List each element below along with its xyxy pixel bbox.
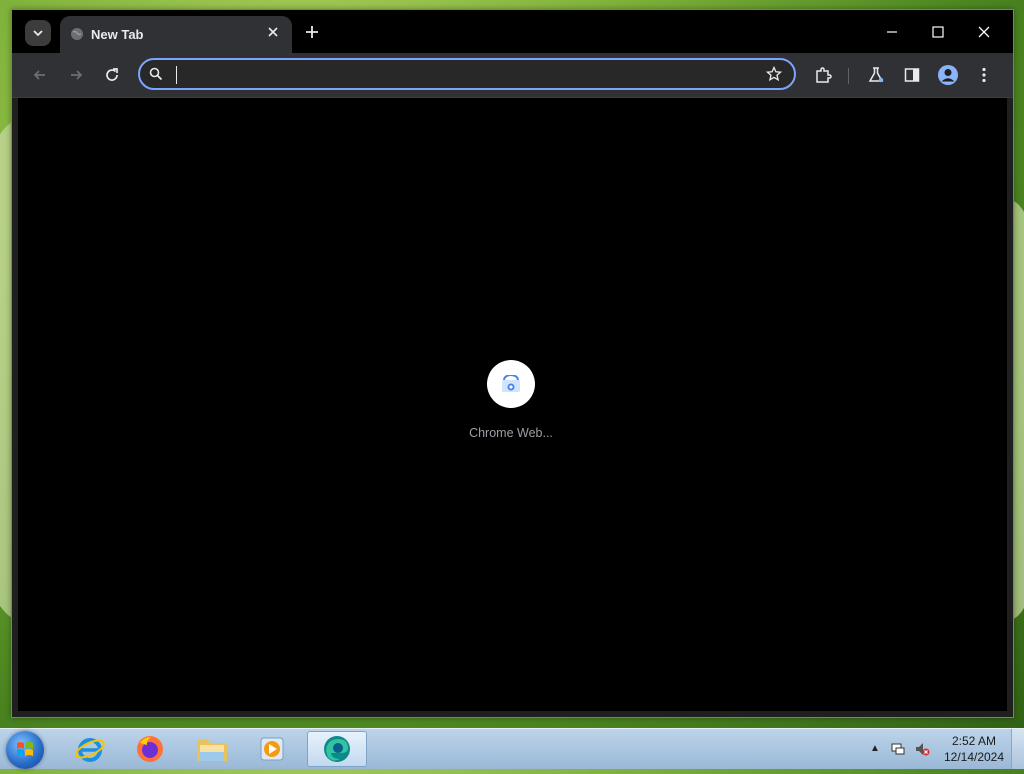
- volume-muted-icon[interactable]: [914, 741, 930, 757]
- browser-toolbar: [12, 53, 1013, 98]
- taskbar-firefox[interactable]: [122, 731, 178, 767]
- folder-icon: [197, 740, 227, 761]
- taskbar-media-player[interactable]: [244, 731, 300, 767]
- clock-date: 12/14/2024: [943, 750, 1005, 764]
- globe-icon: [71, 28, 83, 40]
- avatar-icon: [938, 65, 958, 85]
- taskbar-file-explorer[interactable]: [184, 731, 240, 767]
- chevron-down-icon: [33, 30, 43, 37]
- extensions-button[interactable]: [811, 63, 835, 87]
- close-icon: [268, 27, 278, 37]
- chrome-web-store-icon: [502, 375, 520, 392]
- reload-button[interactable]: [100, 63, 124, 87]
- edge-icon: [324, 736, 350, 762]
- search-icon: [149, 67, 163, 81]
- arrow-right-icon: [71, 70, 83, 80]
- close-icon: [978, 26, 990, 38]
- forward-button[interactable]: [64, 63, 88, 87]
- start-button[interactable]: [6, 731, 44, 769]
- menu-button[interactable]: [972, 63, 996, 87]
- minimize-button[interactable]: [877, 18, 907, 46]
- windows-logo-icon: [17, 742, 33, 756]
- firefox-icon: [137, 736, 163, 762]
- tab-new-tab[interactable]: New Tab: [60, 16, 292, 53]
- more-vertical-icon: [982, 67, 986, 83]
- back-button[interactable]: [28, 63, 52, 87]
- title-bar: New Tab: [12, 10, 1013, 53]
- flask-icon: [868, 67, 884, 83]
- close-tab-button[interactable]: [264, 23, 282, 41]
- taskbar-edge[interactable]: [307, 731, 367, 767]
- maximize-button[interactable]: [923, 18, 953, 46]
- show-hidden-icons-button[interactable]: ▲: [870, 743, 880, 754]
- toolbar-divider: [848, 68, 849, 84]
- plus-icon: [306, 26, 318, 38]
- reload-icon: [106, 68, 118, 81]
- media-player-icon: [260, 737, 284, 761]
- internet-explorer-icon: [75, 738, 105, 762]
- taskbar-internet-explorer[interactable]: [62, 731, 118, 767]
- address-input[interactable]: [174, 63, 748, 87]
- shortcut-chrome-web-store[interactable]: Chrome Web...: [459, 360, 563, 440]
- puzzle-icon: [816, 67, 832, 83]
- shortcut-icon-circle: [487, 360, 535, 408]
- new-tab-button[interactable]: [302, 22, 322, 42]
- tab-search-button[interactable]: [25, 20, 51, 46]
- profile-button[interactable]: [936, 63, 960, 87]
- minimize-icon: [887, 31, 897, 33]
- new-tab-page: Chrome Web...: [18, 98, 1007, 711]
- browser-window: New Tab Chrome Web...: [11, 9, 1014, 718]
- shortcut-label: Chrome Web...: [469, 426, 553, 440]
- network-icon[interactable]: [890, 741, 906, 757]
- arrow-left-icon: [33, 70, 45, 80]
- tab-title: New Tab: [91, 27, 144, 42]
- clock-time: 2:52 AM: [951, 734, 997, 748]
- show-desktop-button[interactable]: [1011, 729, 1024, 769]
- system-clock[interactable]: 2:52 AM 12/14/2024: [938, 733, 1010, 765]
- text-caret: [176, 66, 177, 84]
- close-window-button[interactable]: [969, 18, 999, 46]
- bookmark-star-icon[interactable]: [766, 66, 782, 82]
- side-panel-icon: [904, 68, 920, 82]
- maximize-icon: [932, 26, 944, 38]
- side-panel-button[interactable]: [900, 63, 924, 87]
- labs-button[interactable]: [864, 63, 888, 87]
- taskbar: ▲ 2:52 AM 12/14/2024: [0, 728, 1024, 769]
- address-bar[interactable]: [138, 58, 796, 90]
